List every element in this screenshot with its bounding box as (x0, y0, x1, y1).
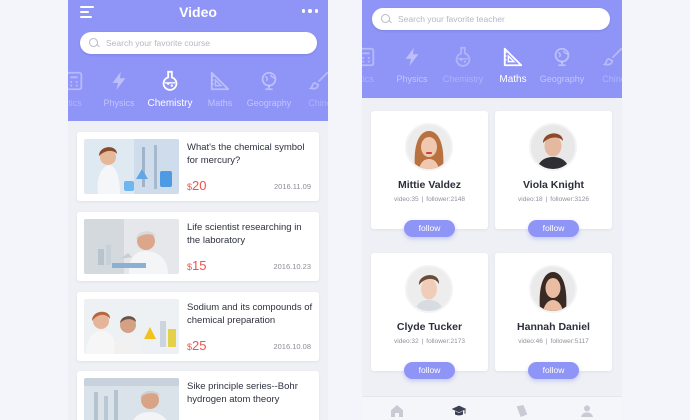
tab-physics[interactable]: Physics (90, 70, 148, 108)
lightning-icon (401, 46, 423, 68)
graduation-cap-icon[interactable] (451, 403, 467, 419)
tab-geography[interactable]: Geography (533, 46, 591, 84)
teacher-name: Clyde Tucker (396, 321, 463, 333)
teacher-stats: video:32 | follower:2173 (394, 338, 465, 345)
teacher-search-input[interactable] (398, 14, 578, 24)
course-title: What's the chemical symbol for mercury? (187, 142, 305, 166)
teacher-card[interactable]: Mittie Valdez video:35 | follower:2148 fol… (371, 111, 488, 237)
course-card[interactable]: Sike principle series--Bohr hydrogen ato… (77, 371, 319, 420)
avatar (405, 265, 453, 313)
course-title: Life scientist researching in the labora… (187, 222, 302, 246)
calculator-icon (362, 46, 377, 68)
course-title: Sodium and its compounds of chemical pre… (187, 302, 313, 326)
teacher-name: Hannah Daniel (517, 321, 590, 333)
search-icon (89, 37, 100, 49)
avatar (529, 123, 577, 171)
follow-button[interactable]: follow (404, 220, 455, 237)
follow-button[interactable]: follow (528, 220, 579, 237)
course-thumbnail (84, 219, 179, 274)
course-thumbnail (84, 378, 179, 420)
tab-physics[interactable]: Physics (383, 46, 441, 84)
home-icon[interactable] (389, 403, 405, 419)
avatar (405, 123, 453, 171)
user-icon[interactable] (579, 403, 595, 419)
course-card[interactable]: Sodium and its compounds of chemical pre… (77, 292, 319, 361)
brush-icon (603, 46, 622, 68)
search-icon (381, 13, 392, 25)
set-square-icon (502, 46, 524, 68)
calculator-icon (68, 70, 85, 92)
teacher-card[interactable]: Clyde Tucker video:32 | follower:2173 foll… (371, 253, 488, 379)
tab-chinese[interactable]: Chine (291, 70, 328, 108)
course-thumbnail (84, 139, 179, 194)
subject-tabs: itics Physics Chemistry Maths Geography … (68, 70, 328, 110)
course-price: $20 (187, 178, 207, 193)
teacher-header: itics Physics Chemistry Maths Geography … (362, 0, 622, 98)
course-card[interactable]: Life scientist researching in the labora… (77, 212, 319, 281)
avatar (529, 265, 577, 313)
course-card[interactable]: What's the chemical symbol for mercury? … (77, 132, 319, 201)
set-square-icon (209, 70, 231, 92)
course-price: $25 (187, 338, 207, 353)
follow-button[interactable]: follow (528, 362, 579, 379)
teacher-name: Viola Knight (522, 179, 585, 191)
course-date: 2016.10.23 (273, 262, 311, 271)
course-title: Sike principle series--Bohr hydrogen ato… (187, 381, 298, 405)
page-title: Video (179, 4, 217, 20)
teacher-screen: itics Physics Chemistry Maths Geography … (362, 0, 622, 420)
teacher-card[interactable]: Hannah Daniel video:46 | follower:5117 fol… (495, 253, 612, 379)
course-price: $15 (187, 258, 207, 273)
bottom-nav (362, 396, 622, 420)
course-thumbnail (84, 299, 179, 354)
teacher-search-bar[interactable] (372, 8, 610, 30)
flask-icon (452, 46, 474, 68)
course-search-input[interactable] (106, 38, 286, 48)
course-screen: Video itics Physics Chemistry Maths (68, 0, 328, 420)
lightning-icon (108, 70, 130, 92)
course-header: Video itics Physics Chemistry Maths (68, 0, 328, 121)
course-date: 2016.11.09 (274, 182, 311, 191)
course-search-bar[interactable] (80, 32, 317, 54)
teacher-stats: video:18 | follower:3126 (518, 196, 589, 203)
course-date: 2016.10.08 (273, 342, 311, 351)
teacher-card[interactable]: Viola Knight video:18 | follower:3126 foll… (495, 111, 612, 237)
tab-geography[interactable]: Geography (240, 70, 298, 108)
brush-icon (309, 70, 328, 92)
flask-icon (159, 70, 181, 92)
globe-icon (551, 46, 573, 68)
teacher-stats: video:46 | follower:5117 (518, 338, 589, 345)
subject-tabs: itics Physics Chemistry Maths Geography … (362, 46, 622, 86)
tab-chinese[interactable]: Chine (585, 46, 622, 84)
teacher-stats: video:35 | follower:2148 (394, 196, 465, 203)
book-icon[interactable] (514, 403, 530, 419)
globe-icon (258, 70, 280, 92)
follow-button[interactable]: follow (404, 362, 455, 379)
teacher-name: Mittie Valdez (397, 179, 461, 191)
more-options-icon[interactable] (301, 9, 318, 13)
